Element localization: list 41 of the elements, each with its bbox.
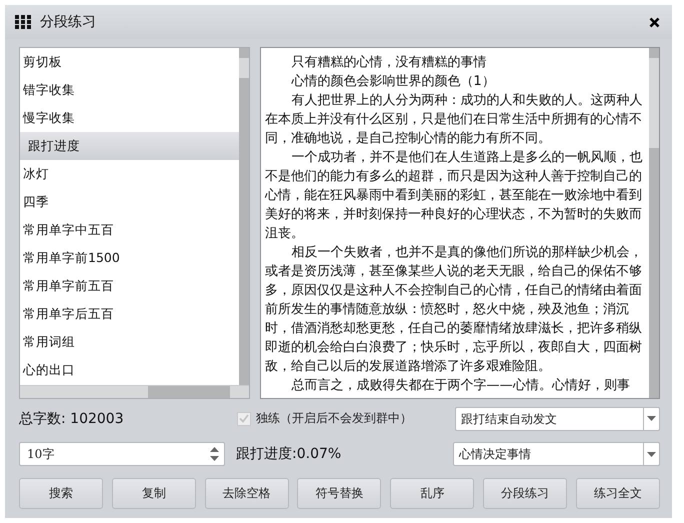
grid-icon <box>15 15 31 29</box>
list-item[interactable]: 常用单字中五百 <box>20 216 239 244</box>
list-item[interactable]: 错字收集 <box>20 76 239 104</box>
window-title: 分段练习 <box>40 13 97 31</box>
segment-size-spinbox[interactable]: 10字 <box>19 442 225 466</box>
list-item[interactable]: 心的出口 <box>20 356 239 384</box>
checkbox-label: 独练（开启后不会发到群中） <box>256 410 412 427</box>
list-item[interactable]: 剪切板 <box>20 48 239 76</box>
article-paragraph: 心情的颜色会影响世界的颜色（1） <box>290 73 496 91</box>
list-item[interactable]: 冰灯 <box>20 160 239 188</box>
action-button[interactable]: 去除空格 <box>204 478 289 509</box>
article-paragraph: 一个成功者，并不是他们在人生道路上是多么的一帆风顺，也不是他们的能力有多么的超群，而只是因为这种人善于控制自己的心情，能在狂风暴雨中看到美丽的彩虹，甚至能在一败涂地中看到美好的将来，并时刻保持一种良好的心理状态，不为暂时的失败而沮丧。 <box>265 149 643 243</box>
article-paragraph: 相反一个失败者，也并不是真的像他们所说的那样缺少机会，或者是资历浅薄，甚至像某些人说的老天无眼，给自己的保佑不够多，原因仅仅是这种人不会控制自己的心情，任自己的情绪由着面前所发生的事情随意放纵：愤怒时，怒火中烧，殃及池鱼；消沉时，借酒消愁却愁更愁，任自己的萎靡情绪放肆滋长，把许多稍纵即逝的机会给白白浪费了；快乐时，忘乎所以，夜郎自大，四面树敌，给自己以后的发展道路增添了许多艰难险阻。 <box>265 244 643 376</box>
action-button[interactable]: 分段练习 <box>483 478 568 509</box>
article-dropdown[interactable]: 心情决定事情 <box>453 442 660 466</box>
action-button[interactable]: 练习全文 <box>576 478 660 509</box>
vertical-scrollbar[interactable] <box>239 48 249 385</box>
list-item[interactable]: 常用单字后五百 <box>20 300 239 328</box>
horizontal-scrollbar[interactable] <box>20 385 249 398</box>
article-paragraph: 只有糟糕的心情，没有糟糕的事情 <box>290 54 488 72</box>
action-button[interactable]: 乱序 <box>390 478 474 509</box>
total-count: 总字数: 102003 <box>19 410 125 428</box>
article-paragraph: 总而言之，成败得失都在于两个字——心情。心情好，则事 <box>290 377 631 395</box>
caret-icon <box>647 452 656 456</box>
list-item[interactable]: 常用单字前1500 <box>20 244 239 272</box>
article-text-area[interactable] <box>260 47 660 399</box>
list-item[interactable]: 常用单字前五百 <box>20 272 239 300</box>
vertical-scrollbar[interactable] <box>649 48 659 398</box>
action-button[interactable]: 复制 <box>112 478 196 509</box>
progress-text: 跟打进度:0.07% <box>236 445 342 463</box>
caret-icon <box>647 416 656 421</box>
list-item[interactable]: 慢字收集 <box>20 104 239 132</box>
action-button[interactable]: 符号替换 <box>297 478 382 509</box>
spin-arrows-icon[interactable] <box>210 447 219 461</box>
action-button[interactable]: 搜索 <box>19 478 103 509</box>
list-item[interactable]: 跟打进度 <box>20 132 239 160</box>
close-icon[interactable] <box>649 16 660 28</box>
list-item[interactable]: 常用词组 <box>20 328 239 356</box>
article-paragraph: 有人把世界上的人分为两种：成功的人和失败的人。这两种人在本质上并没有什么区别，只是他们在日常生活中所拥有的心情不同，准确地说，是自己控制心情的能力有所不同。 <box>265 92 643 148</box>
auto-send-dropdown[interactable]: 跟打结束自动发文 <box>454 406 660 430</box>
list-item[interactable]: 四季 <box>20 188 239 216</box>
